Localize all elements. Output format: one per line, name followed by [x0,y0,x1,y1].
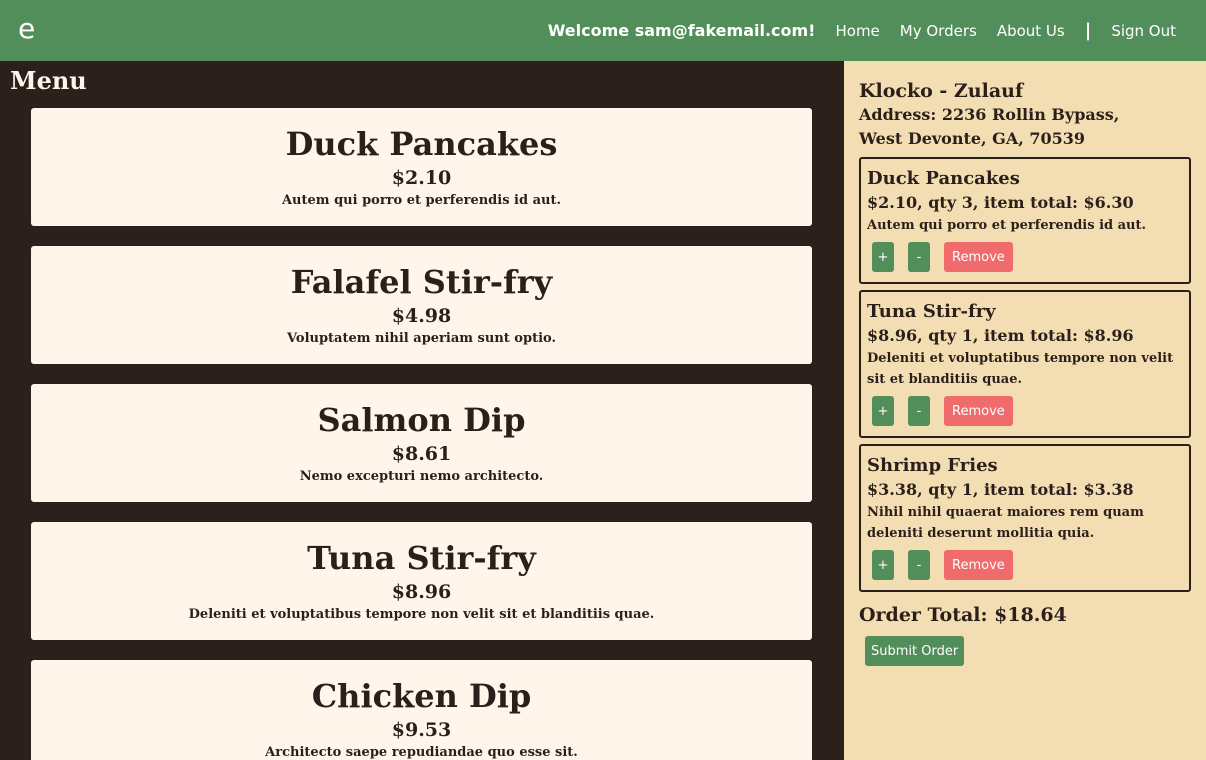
remove-item-button[interactable]: Remove [944,550,1013,580]
order-total: Order Total: $18.64 [859,604,1067,626]
nav-my-orders-link[interactable]: My Orders [900,22,977,40]
menu-item-name: Salmon Dip [317,401,526,439]
restaurant-name: Klocko - Zulauf [859,80,1024,102]
menu-item-name: Tuna Stir-fry [307,539,536,577]
order-item-actions: + - Remove [872,550,1183,580]
order-item-actions: + - Remove [872,396,1183,426]
menu-item-card[interactable]: Tuna Stir-fry $8.96 Deleniti et voluptat… [31,522,812,640]
order-item: Duck Pancakes $2.10, qty 3, item total: … [859,157,1191,284]
menu-item-card[interactable]: Duck Pancakes $2.10 Autem qui porro et p… [31,108,812,226]
menu-item-card[interactable]: Salmon Dip $8.61 Nemo excepturi nemo arc… [31,384,812,502]
menu-title: Menu [10,66,87,95]
top-nav: e Welcome sam@fakemail.com! Home My Orde… [0,0,1206,61]
menu-item-name: Chicken Dip [311,677,532,715]
menu-item-desc: Architecto saepe repudiandae quo esse si… [265,745,578,760]
submit-order-button[interactable]: Submit Order [865,636,965,666]
logo[interactable]: e [18,12,35,46]
order-item: Tuna Stir-fry $8.96, qty 1, item total: … [859,290,1191,438]
menu-item-name: Falafel Stir-fry [290,263,553,301]
order-item-desc: Nihil nihil quaerat maiores rem quam del… [867,505,1144,541]
nav-separator: | [1084,20,1092,41]
order-item-actions: + - Remove [872,242,1183,272]
nav-links: Welcome sam@fakemail.com! Home My Orders… [548,0,1176,61]
decrease-qty-button[interactable]: - [908,242,930,272]
menu-item-name: Duck Pancakes [285,125,558,163]
order-item: Shrimp Fries $3.38, qty 1, item total: $… [859,444,1191,592]
menu-item-desc: Deleniti et voluptatibus tempore non vel… [188,607,655,622]
menu-item-card[interactable]: Falafel Stir-fry $4.98 Voluptatem nihil … [31,246,812,364]
menu-item-price: $9.53 [391,719,452,741]
sign-out-link[interactable]: Sign Out [1111,22,1176,40]
menu-item-desc: Voluptatem nihil aperiam sunt optio. [287,331,556,346]
menu-item-desc: Nemo excepturi nemo architecto. [299,469,544,484]
menu-item-price: $4.98 [391,305,452,327]
restaurant-address: Address: 2236 Rollin Bypass, West Devont… [859,105,1120,148]
menu-item-card[interactable]: Chicken Dip $9.53 Architecto saepe repud… [31,660,812,760]
menu-pane: Menu Duck Pancakes $2.10 Autem qui porro… [0,61,844,760]
order-item-desc: Deleniti et voluptatibus tempore non vel… [867,351,1174,387]
order-item-desc: Autem qui porro et perferendis id aut. [867,218,1147,233]
menu-item-desc: Autem qui porro et perferendis id aut. [281,193,562,208]
decrease-qty-button[interactable]: - [908,550,930,580]
order-pane: Klocko - Zulauf Address: 2236 Rollin Byp… [844,61,1206,760]
increase-qty-button[interactable]: + [872,242,894,272]
order-item-name: Duck Pancakes [867,168,1020,189]
welcome-text: Welcome sam@fakemail.com! [547,21,816,40]
remove-item-button[interactable]: Remove [944,396,1013,426]
order-item-name: Shrimp Fries [867,455,998,476]
menu-item-price: $2.10 [391,167,452,189]
menu-item-price: $8.96 [391,581,452,603]
menu-item-price: $8.61 [391,443,452,465]
increase-qty-button[interactable]: + [872,550,894,580]
order-item-summary: $2.10, qty 3, item total: $6.30 [867,193,1134,212]
order-item-summary: $8.96, qty 1, item total: $8.96 [867,326,1134,345]
increase-qty-button[interactable]: + [872,396,894,426]
order-item-name: Tuna Stir-fry [867,301,996,322]
decrease-qty-button[interactable]: - [908,396,930,426]
nav-about-link[interactable]: About Us [997,22,1065,40]
order-item-summary: $3.38, qty 1, item total: $3.38 [867,480,1134,499]
remove-item-button[interactable]: Remove [944,242,1013,272]
nav-home-link[interactable]: Home [835,22,879,40]
